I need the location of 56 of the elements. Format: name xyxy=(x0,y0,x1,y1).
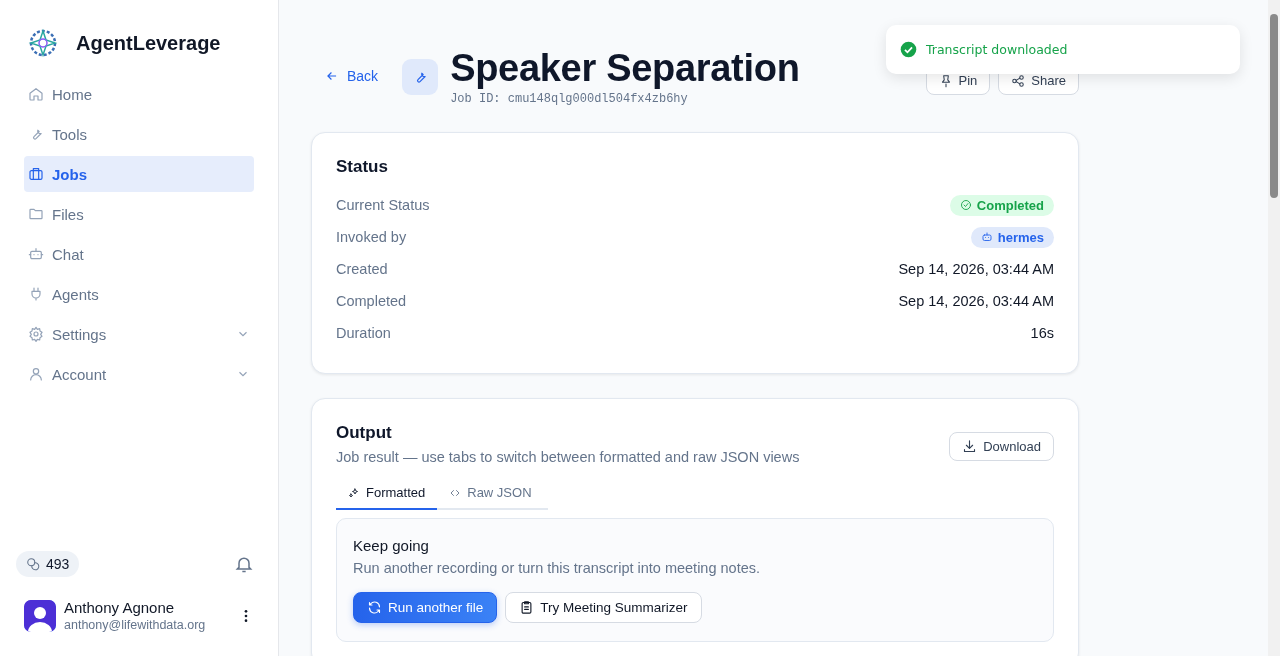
user-name: Anthony Agnone xyxy=(64,599,176,616)
home-icon xyxy=(28,86,44,102)
download-icon xyxy=(962,439,978,454)
summarizer-button[interactable]: Try Meeting Summarizer xyxy=(505,592,702,623)
card-title: Output xyxy=(336,423,393,443)
sidebar-item[interactable]: Files xyxy=(24,196,254,232)
panel-text: Run another recording or turn this transcript into meeting notes. xyxy=(353,560,762,576)
field-value: Sep 14, 2026, 03:44 AM xyxy=(898,293,1054,309)
robot-icon xyxy=(28,246,44,262)
robot-icon xyxy=(980,231,993,243)
check-circle-icon xyxy=(959,199,972,211)
coins-icon xyxy=(26,557,40,571)
page-title: Speaker Separation xyxy=(450,46,800,90)
toast-message: Transcript downloaded xyxy=(926,42,1068,57)
run-another-button[interactable]: Run another file xyxy=(353,592,498,623)
arrow-left-icon xyxy=(325,69,339,83)
field-label: Created xyxy=(336,261,388,277)
status-badge: Completed xyxy=(949,194,1054,216)
field-label: Invoked by xyxy=(336,229,407,245)
card-title: Status xyxy=(336,157,389,177)
field-label: Duration xyxy=(336,325,391,341)
logo-icon xyxy=(28,28,58,58)
share-icon xyxy=(1011,73,1026,88)
sidebar-item[interactable]: Chat xyxy=(24,236,254,272)
refresh-icon xyxy=(367,600,382,615)
field-label: Current Status xyxy=(336,197,430,213)
credits-badge: 493 xyxy=(16,551,80,577)
brand-name: AgentLeverage xyxy=(76,31,221,55)
panel-title: Keep going xyxy=(353,537,430,554)
sparkles-icon xyxy=(348,486,360,499)
check-circle-icon xyxy=(900,41,917,58)
briefcase-icon xyxy=(28,166,44,182)
sidebar-item[interactable]: Home xyxy=(24,76,254,112)
avatar xyxy=(24,599,56,632)
sidebar-item[interactable]: Agents xyxy=(24,276,254,312)
tab[interactable]: Raw JSON xyxy=(437,479,544,510)
sidebar-item[interactable]: Jobs xyxy=(24,156,254,192)
sidebar-item[interactable]: Account xyxy=(24,356,254,392)
agent-badge: hermes xyxy=(970,226,1054,248)
sidebar-item[interactable]: Tools xyxy=(24,116,254,152)
card-subtitle: Job result — use tabs to switch between formatted and raw JSON views xyxy=(336,449,800,465)
sidebar-item[interactable]: Settings xyxy=(24,316,254,352)
field-value: Sep 14, 2026, 03:44 AM xyxy=(898,261,1054,277)
clipboard-icon xyxy=(519,600,535,615)
user-email: anthony@lifewithdata.org xyxy=(64,618,207,632)
field-label: Completed xyxy=(336,293,407,309)
download-button[interactable]: Download xyxy=(949,432,1054,461)
plug-icon xyxy=(28,286,44,302)
back-link[interactable]: Back xyxy=(325,68,379,84)
scrollbar[interactable] xyxy=(1268,0,1280,656)
person-icon xyxy=(28,366,44,382)
tab[interactable]: Formatted xyxy=(336,479,438,510)
job-id: Job ID: cmu148qlg000dl504fx4zb6hy xyxy=(450,92,689,106)
folder-icon xyxy=(28,206,44,222)
field-value: 16s xyxy=(1030,325,1054,341)
gear-icon xyxy=(28,326,44,342)
